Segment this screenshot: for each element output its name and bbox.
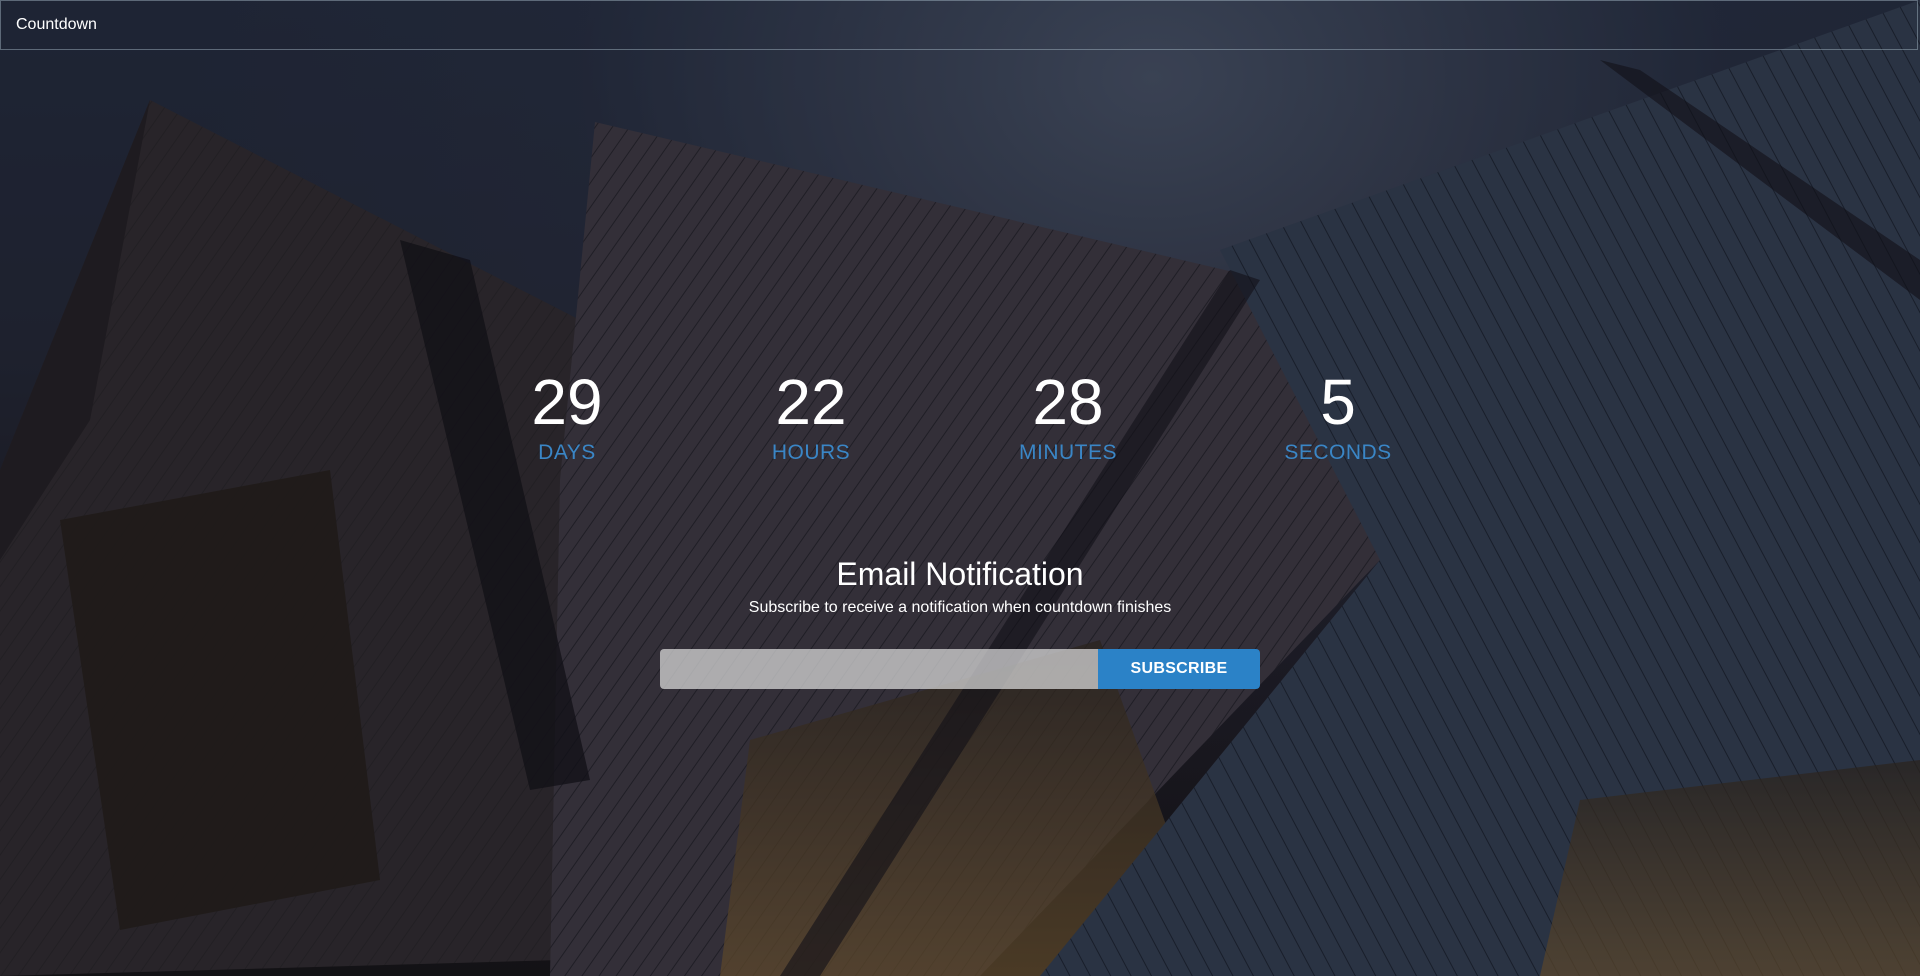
days-label: DAYS (538, 441, 596, 464)
minutes-label: MINUTES (1019, 441, 1117, 464)
countdown-hours: 22 HOURS (731, 365, 891, 467)
minutes-value: 28 (1032, 366, 1104, 438)
days-value: 29 (531, 366, 603, 438)
countdown-days: 29 DAYS (487, 365, 647, 467)
background-overlay (0, 0, 1920, 976)
email-input[interactable] (660, 649, 1100, 689)
brand-link[interactable]: Countdown (16, 16, 97, 34)
countdown-seconds: 5 SECONDS (1258, 365, 1418, 467)
page: Countdown 29 DAYS 22 HOURS 28 MINUTES 5 … (0, 0, 1920, 976)
notification-subtitle: Subscribe to receive a notification when… (748, 599, 1172, 616)
subscribe-form: SUBSCRIBE (660, 649, 1260, 689)
seconds-value: 5 (1320, 366, 1356, 438)
countdown-timer: 29 DAYS 22 HOURS 28 MINUTES 5 SECONDS (0, 365, 1920, 485)
hours-label: HOURS (771, 441, 851, 464)
notification-title: Email Notification (836, 556, 1084, 592)
countdown-minutes: 28 MINUTES (988, 365, 1148, 467)
hours-value: 22 (775, 366, 847, 438)
email-notification-section: Email Notification Subscribe to receive … (0, 551, 1920, 619)
subscribe-button[interactable]: SUBSCRIBE (1098, 649, 1260, 689)
seconds-label: SECONDS (1284, 441, 1392, 464)
top-navbar: Countdown (0, 0, 1918, 50)
